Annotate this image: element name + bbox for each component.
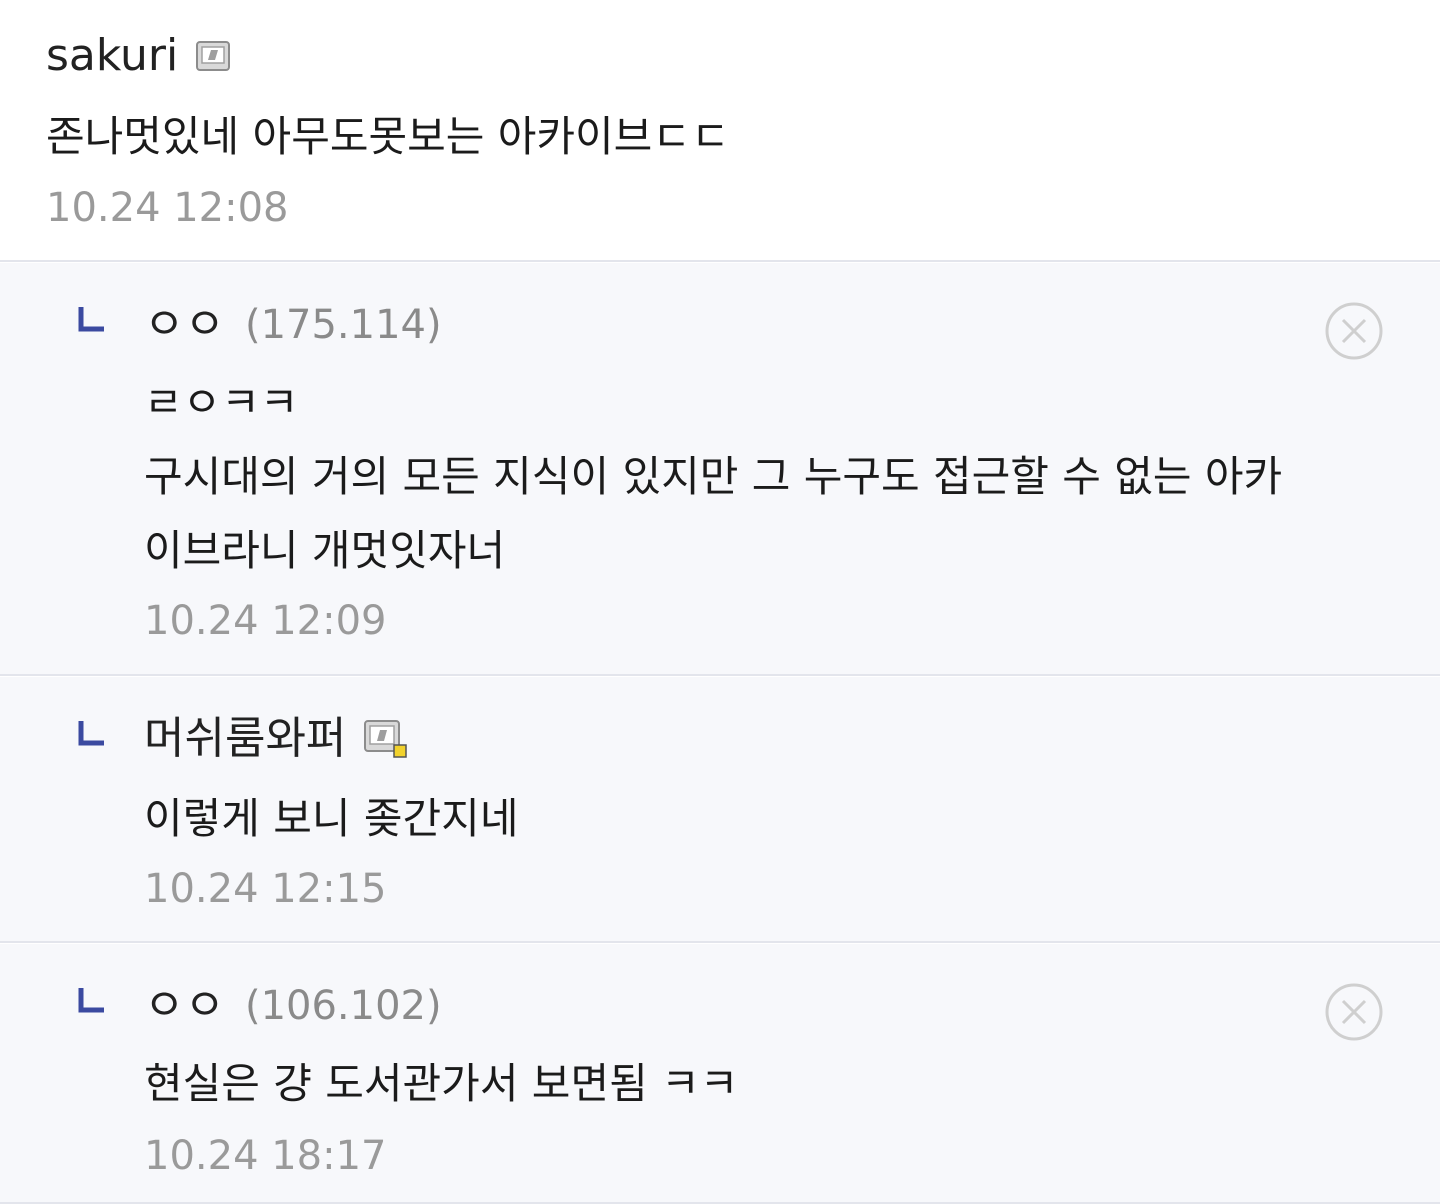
reply-body-line: 이렇게 보니 좆간지네 [144,794,519,843]
reply-time: 10.24 12:09 [144,598,387,644]
comment-author-line: sakuri [46,34,232,78]
nickname[interactable]: ㅇㅇ [144,303,225,347]
ip-address: (106.102) [244,983,442,1029]
comment-list: sakuri 존나멋있네 아무도못보는 아카이브ㄷㄷ 10.24 12:08 ㅇ… [0,0,1440,1204]
reply-author-line: ㅇㅇ (175.114) [144,303,442,347]
nickname[interactable]: sakuri [46,34,178,78]
reply-arrow-icon [78,721,104,746]
reply-time: 10.24 12:15 [144,866,387,912]
ip-address: (175.114) [244,302,442,348]
delete-circle-x-icon[interactable] [1324,982,1384,1042]
reply-body-line: 이브라니 개멋잇자너 [144,526,506,575]
nickname[interactable]: ㅇㅇ [144,984,225,1028]
comment-item: sakuri 존나멋있네 아무도못보는 아카이브ㄷㄷ 10.24 12:08 [0,0,1440,262]
reply-body-line: ㄹㅇㅋㅋ [144,378,299,427]
reply-item: 머쉬룸와퍼 이렇게 보니 좆간지네 10.24 12:15 [0,677,1440,943]
reply-body-line: 구시대의 거의 모든 지식이 있지만 그 누구도 접근할 수 없는 아카 [144,452,1283,501]
reply-author-line: 머쉬룸와퍼 [144,717,410,761]
reply-item: ㅇㅇ (106.102) 현실은 걍 도서관가서 보면됨 ㅋㅋ 10.24 18… [0,944,1440,1204]
reply-author-line: ㅇㅇ (106.102) [144,984,442,1028]
fixed-nick-gallery-icon [196,41,232,71]
comment-body: 존나멋있네 아무도못보는 아카이브ㄷㄷ [46,112,730,161]
reply-arrow-icon [78,307,104,332]
reply-item: ㅇㅇ (175.114) ㄹㅇㅋㅋ 구시대의 거의 모든 지식이 있지만 그 누… [0,263,1440,676]
reply-body-line: 현실은 걍 도서관가서 보면됨 ㅋㅋ [144,1059,739,1108]
comment-time: 10.24 12:08 [46,185,289,231]
reply-arrow-icon [78,988,104,1013]
reply-time: 10.24 18:17 [144,1133,387,1179]
delete-circle-x-icon[interactable] [1324,301,1384,361]
nickname[interactable]: 머쉬룸와퍼 [144,717,346,761]
semi-fixed-nick-gallery-icon [364,719,410,759]
